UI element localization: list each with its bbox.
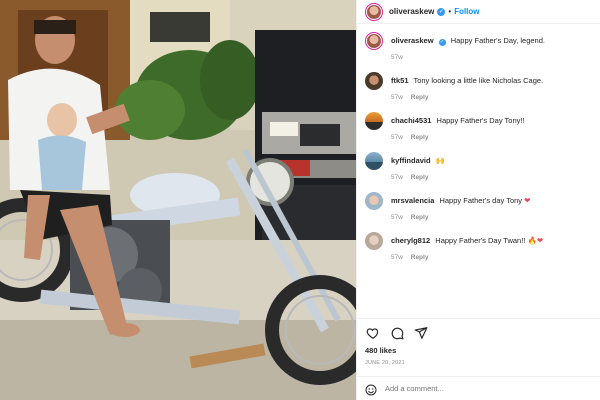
avatar[interactable]	[365, 232, 383, 250]
comment-text: Happy Father's Day Twan!!	[435, 236, 526, 245]
reply-button[interactable]: Reply	[411, 174, 429, 181]
comment-item: chachi4531 Happy Father's Day Tony!! 57w…	[365, 112, 595, 146]
avatar[interactable]	[365, 32, 383, 50]
comment-item: ftk51 Tony looking a little like Nichola…	[365, 72, 595, 106]
reply-button[interactable]: Reply	[411, 94, 429, 101]
comment-text: Happy Father's day Tony	[439, 196, 523, 205]
post-photo[interactable]	[0, 0, 356, 400]
instagram-post-view: oliveraskew ✓ • Follow oliveraskew ✓ Hap…	[0, 0, 600, 400]
reply-button[interactable]: Reply	[411, 214, 429, 221]
comment-item: kyffindavid 🙌 57w Reply	[365, 152, 595, 186]
avatar[interactable]	[365, 2, 383, 21]
likes-count[interactable]: 480 likes	[365, 346, 396, 355]
comment-emoji: 🙌	[435, 156, 446, 165]
caption-username[interactable]: oliveraskew	[391, 36, 434, 45]
comment-username[interactable]: chachi4531	[391, 116, 431, 125]
verified-badge-icon: ✓	[437, 7, 446, 16]
comment-age: 57w	[391, 174, 403, 181]
reply-button[interactable]: Reply	[411, 134, 429, 141]
comment-username[interactable]: kyffindavid	[391, 156, 431, 165]
reply-button[interactable]: Reply	[411, 254, 429, 261]
post-actions-bar	[357, 318, 600, 346]
comment-age: 57w	[391, 254, 403, 261]
comment-age: 57w	[391, 94, 403, 101]
comment-age: 57w	[391, 214, 403, 221]
comment-emoji: ❤	[524, 196, 531, 205]
add-comment-bar	[357, 376, 600, 400]
caption-item: oliveraskew ✓ Happy Father's Day, legend…	[365, 32, 595, 66]
comment-username[interactable]: mrsvalencia	[391, 196, 434, 205]
caption-text: Happy Father's Day, legend.	[450, 36, 545, 45]
comment-text: Happy Father's Day Tony!!	[436, 116, 525, 125]
avatar[interactable]	[365, 112, 383, 130]
post-header: oliveraskew ✓ • Follow	[357, 0, 600, 24]
motorcycle-photo-image	[0, 0, 356, 400]
comment-emoji: 🔥❤	[527, 236, 544, 245]
header-username[interactable]: oliveraskew	[389, 7, 434, 16]
avatar[interactable]	[365, 72, 383, 90]
comment-input[interactable]	[385, 384, 585, 393]
comment-text: Tony looking a little like Nicholas Cage…	[413, 76, 544, 85]
comment-age: 57w	[391, 134, 403, 141]
comment-item: mrsvalencia Happy Father's day Tony ❤ 57…	[365, 192, 595, 226]
paper-plane-icon[interactable]	[413, 325, 429, 341]
verified-badge-icon: ✓	[438, 39, 446, 46]
post-side-panel: oliveraskew ✓ • Follow oliveraskew ✓ Hap…	[356, 0, 600, 400]
heart-icon[interactable]	[365, 325, 381, 341]
caption-age: 57w	[391, 54, 403, 61]
comment-bubble-icon[interactable]	[389, 325, 405, 341]
comment-username[interactable]: cherylg812	[391, 236, 430, 245]
avatar[interactable]	[365, 152, 383, 170]
smiley-icon[interactable]	[365, 383, 377, 395]
follow-button[interactable]: Follow	[454, 7, 479, 16]
avatar[interactable]	[365, 192, 383, 210]
post-date: JUNE 20, 2021	[365, 360, 405, 366]
comment-username[interactable]: ftk51	[391, 76, 409, 85]
comment-item: cherylg812 Happy Father's Day Twan!! 🔥❤ …	[365, 232, 595, 266]
header-separator: •	[448, 7, 452, 16]
